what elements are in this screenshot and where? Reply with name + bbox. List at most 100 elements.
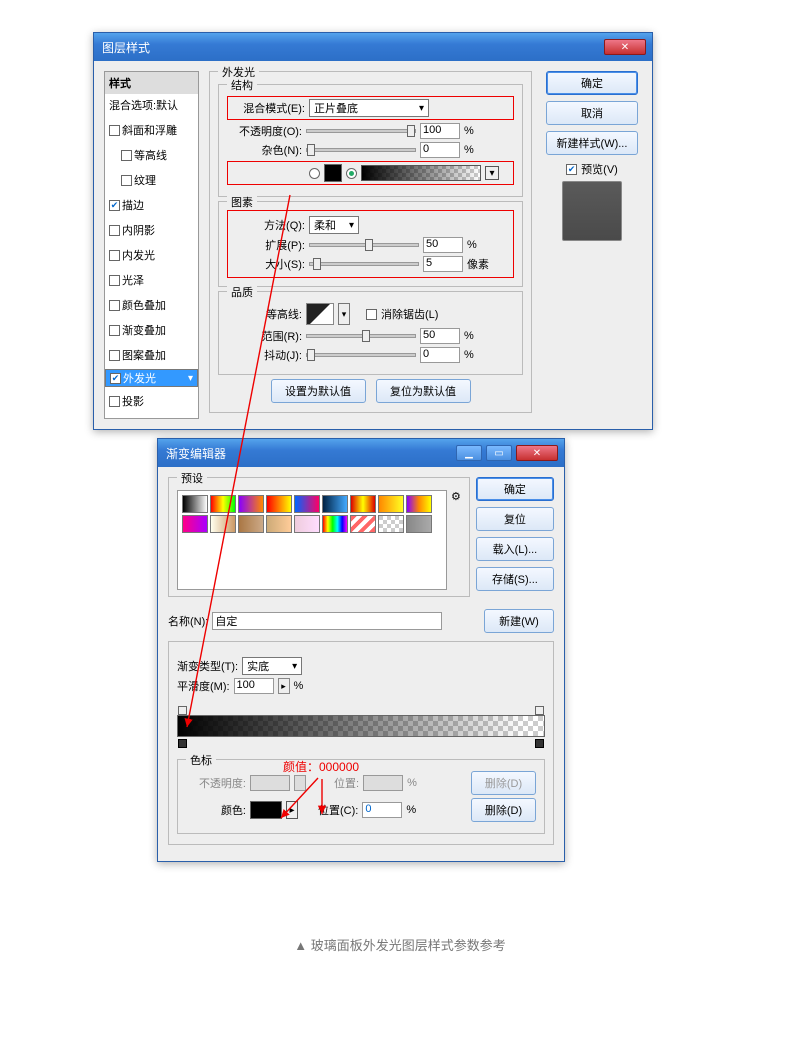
ok2-button[interactable]: 确定 [476,477,554,501]
styles-header: 样式 [105,72,198,94]
range-label: 范围(R): [227,328,302,344]
preset-swatch[interactable] [322,495,348,513]
style-patternoverlay[interactable]: 图案叠加 [105,344,198,366]
noise-slider[interactable] [306,148,416,152]
preview-thumbnail [562,181,622,241]
blendmode-select[interactable]: 正片叠底 [309,99,429,117]
gradtype-label: 渐变类型(T): [177,658,238,674]
blend-default[interactable]: 混合选项:默认 [105,94,198,116]
delete-color-button[interactable]: 删除(D) [471,798,536,822]
layer-style-titlebar: 图层样式 ✕ [94,33,652,61]
method-select[interactable]: 柔和 [309,216,359,234]
preset-swatch[interactable] [182,515,208,533]
reset2-button[interactable]: 复位 [476,507,554,531]
new-grad-button[interactable]: 新建(W) [484,609,554,633]
ok-button[interactable]: 确定 [546,71,638,95]
preset-swatch[interactable] [238,495,264,513]
spread-input[interactable]: 50 [423,237,463,253]
gradient-bar[interactable] [177,715,545,737]
stop-color-arrow-icon[interactable]: ▸ [286,801,298,819]
preview-checkbox[interactable] [566,164,577,175]
gradtype-select[interactable]: 实底 [242,657,302,675]
preset-grid[interactable] [177,490,447,590]
make-default-button[interactable]: 设置为默认值 [271,379,366,403]
cancel-button[interactable]: 取消 [546,101,638,125]
color-value-annotation: 颜值：000000 [283,758,359,775]
gradient-picker[interactable] [361,165,481,181]
preset-swatch[interactable] [378,515,404,533]
preset-swatch[interactable] [266,495,292,513]
preset-swatch[interactable] [210,515,236,533]
opacity2-label: 不透明度: [186,775,246,791]
smooth-input[interactable]: 100 [234,678,274,694]
size-slider[interactable] [309,262,419,266]
preset-swatch[interactable] [210,495,236,513]
preset-swatch[interactable] [294,515,320,533]
name-input[interactable] [212,612,442,630]
close-icon[interactable]: ✕ [516,445,558,461]
preset-swatch[interactable] [266,515,292,533]
jitter-slider[interactable] [306,353,416,357]
color-stop-left[interactable] [178,739,187,748]
opacity2-arrow-icon [294,775,306,791]
style-coloroverlay[interactable]: 颜色叠加 [105,294,198,316]
posC-label: 位置(C): [318,802,358,818]
style-texture[interactable]: 纹理 [105,169,198,191]
preset-swatch[interactable] [350,495,376,513]
opacity-stop-left[interactable] [178,706,187,715]
reset-default-button[interactable]: 复位为默认值 [376,379,471,403]
new-style-button[interactable]: 新建样式(W)... [546,131,638,155]
contour-swatch[interactable] [306,303,334,325]
load-button[interactable]: 载入(L)... [476,537,554,561]
opacity-label: 不透明度(O): [227,123,302,139]
solid-color-radio[interactable] [309,168,320,179]
maximize-icon[interactable]: ▭ [486,445,512,461]
preset-swatch[interactable] [406,515,432,533]
gradient-dropdown-icon[interactable]: ▾ [485,166,499,180]
antialias-label: 消除锯齿(L) [381,306,438,322]
smooth-arrow-icon[interactable]: ▸ [278,678,290,694]
preset-swatch[interactable] [378,495,404,513]
gradient-radio[interactable] [346,168,357,179]
preset-swatch[interactable] [322,515,348,533]
style-bevel[interactable]: 斜面和浮雕 [105,119,198,141]
size-input[interactable]: 5 [423,256,463,272]
preset-swatch[interactable] [238,515,264,533]
gear-icon[interactable]: ⚙ [451,490,461,503]
color-stop-right[interactable] [535,739,544,748]
jitter-input[interactable]: 0 [420,347,460,363]
style-innershadow[interactable]: 内阴影 [105,219,198,241]
preset-swatch[interactable] [406,495,432,513]
style-gradoverlay[interactable]: 渐变叠加 [105,319,198,341]
style-dropshadow[interactable]: 投影 [105,390,198,412]
close-icon[interactable]: ✕ [604,39,646,55]
style-outerglow[interactable]: 外发光 [105,369,198,387]
noise-input[interactable]: 0 [420,142,460,158]
spread-label: 扩展(P): [230,237,305,253]
style-stroke[interactable]: 描边 [105,194,198,216]
style-satin[interactable]: 光泽 [105,269,198,291]
opacity-stop-right[interactable] [535,706,544,715]
delete-opacity-button: 删除(D) [471,771,536,795]
stop-color-swatch[interactable] [250,801,282,819]
spread-slider[interactable] [309,243,419,247]
color-swatch[interactable] [324,164,342,182]
opacity-slider[interactable] [306,129,416,133]
preset-swatch[interactable] [182,495,208,513]
contour-label: 等高线: [227,306,302,322]
contour-dropdown-icon[interactable]: ▾ [338,303,350,325]
range-input[interactable]: 50 [420,328,460,344]
opacity-input[interactable]: 100 [420,123,460,139]
antialias-checkbox[interactable] [366,309,377,320]
posC-input[interactable]: 0 [362,802,402,818]
preset-swatch[interactable] [350,515,376,533]
grad-editor-titlebar: 渐变编辑器 ▁ ▭ ✕ [158,439,564,467]
style-contour[interactable]: 等高线 [105,144,198,166]
preset-swatch[interactable] [294,495,320,513]
save-button[interactable]: 存储(S)... [476,567,554,591]
range-slider[interactable] [306,334,416,338]
minimize-icon[interactable]: ▁ [456,445,482,461]
opacity2-input [250,775,290,791]
style-innerglow[interactable]: 内发光 [105,244,198,266]
preview-label: 预览(V) [581,161,618,177]
